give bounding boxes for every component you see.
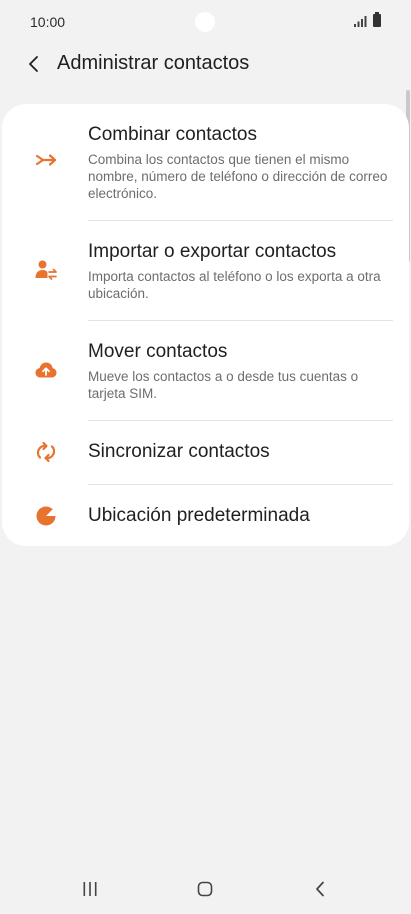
cloud-upload-icon	[35, 362, 57, 378]
person-transfer-icon	[35, 260, 57, 280]
item-title: Combinar contactos	[88, 124, 257, 145]
home-icon	[197, 881, 213, 897]
nav-back-button[interactable]	[305, 874, 335, 904]
camera-cutout	[195, 12, 215, 32]
screen: 10:00 Administrar contactos Combinar con…	[0, 0, 411, 914]
menu-item-move-contacts[interactable]: Mover contactos Mueve los contactos a o …	[2, 321, 409, 420]
chevron-left-icon	[29, 56, 38, 72]
item-description: Combina los contactos que tienen el mism…	[88, 152, 388, 201]
menu-item-sync-contacts[interactable]: Sincronizar contactos	[2, 421, 409, 484]
signal-icon	[354, 16, 367, 27]
pie-chart-icon	[36, 506, 56, 526]
menu-item-default-location[interactable]: Ubicación predeterminada	[2, 485, 409, 546]
merge-arrows-icon	[35, 154, 57, 166]
navigation-bar	[0, 862, 411, 914]
page-title: Administrar contactos	[57, 52, 250, 74]
back-button[interactable]	[20, 50, 48, 78]
recent-apps-button[interactable]	[75, 874, 105, 904]
header: Administrar contactos	[0, 44, 411, 86]
item-description: Mueve los contactos a o desde tus cuenta…	[88, 369, 359, 401]
item-title: Ubicación predeterminada	[88, 505, 310, 526]
back-icon	[316, 881, 324, 897]
item-title: Importar o exportar contactos	[88, 241, 337, 262]
item-title: Sincronizar contactos	[88, 441, 270, 462]
item-description: Importa contactos al teléfono o los expo…	[88, 269, 381, 301]
sync-icon	[36, 441, 56, 463]
menu-item-combine-contacts[interactable]: Combinar contactos Combina los contactos…	[2, 104, 409, 220]
menu-card: Combinar contactos Combina los contactos…	[2, 104, 409, 546]
home-button[interactable]	[190, 874, 220, 904]
status-time: 10:00	[30, 14, 66, 30]
item-title: Mover contactos	[88, 341, 228, 362]
battery-icon	[373, 12, 381, 27]
status-bar: 10:00	[0, 0, 411, 44]
menu-item-import-export[interactable]: Importar o exportar contactos Importa co…	[2, 221, 409, 320]
recent-apps-icon	[83, 882, 97, 896]
